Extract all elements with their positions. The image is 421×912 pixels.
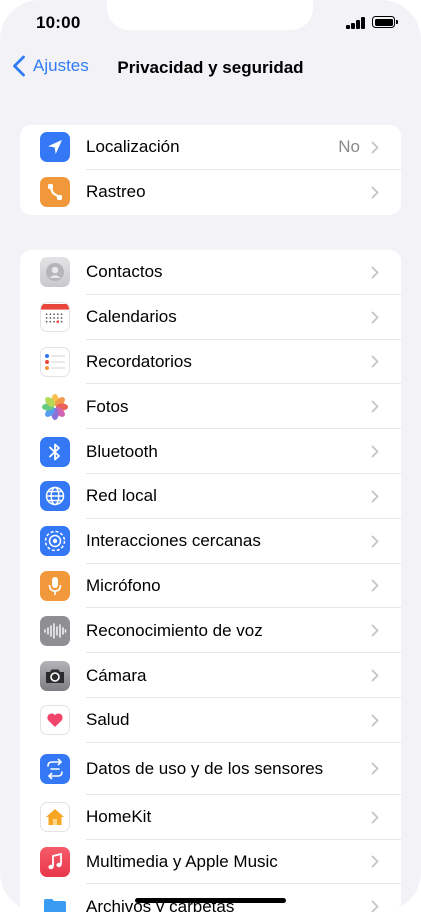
photos-icon [40, 391, 70, 422]
heart-icon [40, 705, 70, 736]
row-label: HomeKit [86, 807, 152, 827]
reminders-icon [40, 346, 70, 377]
row-recordatorios[interactable]: Recordatorios [20, 340, 401, 385]
row-salud[interactable]: Salud [20, 698, 401, 743]
chevron-right-icon [371, 669, 379, 682]
row-fotos[interactable]: Fotos [20, 384, 401, 430]
row-localizacion[interactable]: Localización No [20, 125, 401, 170]
music-note-icon [40, 846, 70, 877]
location-arrow-icon [40, 132, 70, 163]
row-label: Recordatorios [86, 351, 192, 371]
chevron-right-icon [371, 714, 379, 727]
chevron-right-icon [371, 762, 379, 775]
cellular-signal-icon [346, 16, 366, 29]
chevron-right-icon [371, 311, 379, 324]
row-contactos[interactable]: Contactos [20, 250, 401, 295]
folder-icon [40, 891, 70, 912]
row-calendarios[interactable]: Calendarios [20, 295, 401, 340]
row-label: Calendarios [86, 307, 177, 327]
row-label: Cámara [86, 665, 147, 685]
home-icon [40, 802, 70, 833]
row-label: Interacciones cercanas [86, 531, 261, 551]
row-homekit[interactable]: HomeKit [20, 795, 401, 840]
row-label: Fotos [86, 396, 129, 416]
row-bluetooth[interactable]: Bluetooth [20, 429, 401, 474]
status-time: 10:00 [36, 13, 81, 32]
battery-icon [372, 16, 398, 28]
chevron-right-icon [371, 856, 379, 868]
row-rastreo[interactable]: Rastreo [20, 170, 401, 215]
chevron-right-icon [371, 624, 379, 637]
device-notch [107, 0, 313, 30]
row-microfono[interactable]: Micrófono [20, 564, 401, 609]
chevron-right-icon [371, 445, 379, 458]
row-label: Localización [86, 137, 180, 157]
chevron-right-icon [371, 400, 379, 413]
row-label: Reconocimiento de voz [86, 620, 263, 640]
navigation-bar: Ajustes Privacidad y seguridad [0, 44, 421, 90]
settings-screen: 10:00 Ajustes Privacidad y seguridad Loc… [0, 0, 421, 912]
row-datos-de-uso[interactable]: Datos de uso y de los sensores [20, 743, 401, 795]
calendar-icon [40, 302, 70, 333]
row-label: Contactos [86, 262, 163, 282]
row-interacciones-cercanas[interactable]: Interacciones cercanas [20, 519, 401, 564]
row-camara[interactable]: Cámara [20, 653, 401, 698]
row-label: Multimedia y Apple Music [86, 851, 278, 871]
settings-group-permissions: Contactos Calendarios Recordatorios Foto… [20, 250, 401, 912]
camera-icon [40, 660, 70, 691]
row-value: No [338, 137, 360, 157]
row-label: Rastreo [86, 182, 146, 202]
home-indicator[interactable] [135, 898, 286, 903]
sensor-data-icon [40, 753, 70, 784]
row-label: Bluetooth [86, 441, 158, 461]
microphone-icon [40, 570, 70, 601]
contacts-icon [40, 257, 70, 288]
chevron-right-icon [371, 141, 379, 154]
nearby-interactions-icon [40, 526, 70, 557]
chevron-right-icon [371, 266, 379, 279]
row-reconocimiento-de-voz[interactable]: Reconocimiento de voz [20, 608, 401, 654]
settings-group-location: Localización No Rastreo [20, 125, 401, 215]
globe-icon [40, 481, 70, 512]
tracking-icon [40, 177, 70, 208]
chevron-right-icon [371, 356, 379, 368]
row-label: Micrófono [86, 575, 161, 595]
row-label: Datos de uso y de los sensores [86, 758, 324, 778]
page-title: Privacidad y seguridad [117, 58, 304, 77]
chevron-right-icon [371, 535, 379, 548]
row-label: Salud [86, 710, 130, 730]
chevron-right-icon [371, 580, 379, 592]
chevron-right-icon [371, 490, 379, 503]
bluetooth-icon [40, 436, 70, 467]
row-label: Red local [86, 486, 157, 506]
waveform-icon [40, 615, 70, 646]
row-red-local[interactable]: Red local [20, 474, 401, 519]
chevron-right-icon [371, 186, 379, 199]
chevron-right-icon [371, 811, 379, 824]
row-multimedia-apple-music[interactable]: Multimedia y Apple Music [20, 840, 401, 885]
chevron-right-icon [371, 900, 379, 912]
